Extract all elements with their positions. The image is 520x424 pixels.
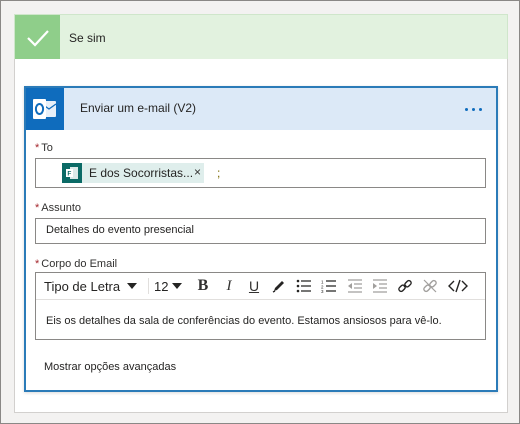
to-label-text: To — [41, 142, 53, 154]
font-color-button[interactable] — [268, 273, 290, 299]
body-editor[interactable]: Tipo de Letra 12 B I U 1 2 3 Eis os deta… — [35, 272, 486, 340]
more-icon — [464, 107, 468, 111]
forms-icon: F — [62, 163, 82, 183]
font-size-dropdown[interactable]: 12 — [154, 273, 190, 299]
recipient-token[interactable]: F E dos Socorristas... × — [62, 163, 204, 183]
chevron-down-icon — [172, 283, 183, 289]
italic-icon: I — [226, 277, 232, 294]
required-marker: * — [35, 258, 40, 270]
action-card-header[interactable]: Enviar um e-mail (V2) — [26, 88, 496, 130]
send-email-action-card[interactable]: Enviar um e-mail (V2) * To F E dos Socorr… — [24, 86, 498, 392]
yes-branch-label: Se sim — [69, 31, 106, 45]
unlink-icon — [423, 279, 437, 293]
required-marker: * — [35, 142, 40, 154]
body-label-text: Corpo do Email — [41, 258, 118, 270]
recipient-separator: ; — [217, 166, 221, 180]
decrease-indent-button[interactable] — [344, 273, 366, 299]
to-field[interactable]: F E dos Socorristas... × ; — [35, 158, 486, 188]
bold-button[interactable]: B — [192, 273, 214, 299]
numbered-list-icon: 123 — [321, 280, 336, 293]
subject-label: * Assunto — [35, 202, 81, 214]
editor-toolbar: Tipo de Letra 12 B I U 1 2 3 — [36, 273, 485, 300]
code-view-button[interactable] — [446, 273, 470, 299]
action-title: Enviar um e-mail (V2) — [80, 101, 197, 115]
remove-link-button[interactable] — [419, 273, 441, 299]
pen-icon — [272, 281, 284, 293]
show-advanced-options-link[interactable]: Mostrar opções avançadas — [44, 361, 176, 373]
more-icon — [471, 107, 475, 111]
recipient-token-label: E dos Socorristas... — [89, 166, 194, 180]
remove-token-icon[interactable]: × — [194, 165, 201, 179]
underline-button[interactable]: U — [243, 273, 265, 299]
numbered-list-button[interactable]: 123 — [318, 273, 340, 299]
underline-icon: U — [248, 278, 260, 294]
email-body-text: Eis os detalhes da sala de conferências … — [46, 315, 442, 327]
outlook-icon — [26, 88, 64, 130]
subject-value: Detalhes do evento presencial — [46, 224, 194, 236]
insert-link-button[interactable] — [394, 273, 416, 299]
link-icon — [398, 279, 412, 293]
more-icon — [478, 107, 482, 111]
to-label: * To — [35, 142, 53, 154]
bullet-list-icon — [296, 279, 311, 293]
font-size-value: 12 — [154, 278, 169, 294]
svg-text:3: 3 — [321, 289, 324, 293]
bullet-list-button[interactable] — [293, 273, 315, 299]
body-label: * Corpo do Email — [35, 258, 117, 270]
italic-button[interactable]: I — [218, 273, 240, 299]
font-family-dropdown[interactable]: Tipo de Letra — [44, 273, 144, 299]
decrease-indent-icon — [348, 279, 362, 293]
increase-indent-button[interactable] — [369, 273, 391, 299]
yes-branch-header[interactable]: Se sim — [14, 14, 508, 60]
increase-indent-icon — [373, 279, 387, 293]
svg-text:F: F — [67, 171, 71, 178]
subject-label-text: Assunto — [41, 202, 82, 214]
code-icon — [448, 279, 468, 293]
toolbar-divider — [148, 278, 149, 294]
subject-field[interactable]: Detalhes do evento presencial — [35, 218, 486, 244]
checkmark-icon — [15, 15, 60, 60]
font-family-value: Tipo de Letra — [44, 278, 121, 294]
more-options-button[interactable] — [458, 99, 488, 119]
bold-icon: B — [197, 277, 209, 294]
chevron-down-icon — [127, 283, 138, 289]
required-marker: * — [35, 202, 40, 214]
